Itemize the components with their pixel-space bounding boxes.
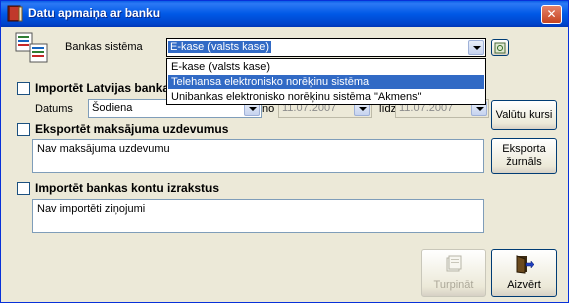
continue-button[interactable]: Turpināt [421, 249, 486, 297]
bank-system-dropdown[interactable]: E-kase (valsts kase) Telehansa elektroni… [166, 58, 486, 105]
import-status-text: Nav importēti ziņojumi [37, 203, 146, 215]
export-payments-checkbox[interactable] [17, 123, 30, 136]
bank-system-value: E-kase (valsts kase) [168, 41, 272, 53]
close-button[interactable]: ✕ [541, 5, 562, 24]
book-icon [7, 5, 23, 22]
bank-settings-button[interactable] [491, 39, 509, 56]
window-title: Datu apmaiņa ar banku [28, 6, 161, 20]
date-label: Datums [35, 103, 73, 115]
dialog-window: Datu apmaiņa ar banku ✕ Bankas sistēma E… [0, 0, 569, 303]
exit-door-icon [516, 255, 535, 274]
date-select-value: Šodiena [92, 102, 133, 114]
continue-label: Turpināt [433, 279, 474, 291]
bank-transfer-icon [15, 32, 48, 63]
chevron-down-icon[interactable] [468, 40, 484, 55]
currency-rates-button[interactable]: Valūtu kursi [491, 100, 557, 130]
continue-icon [446, 255, 461, 272]
import-rates-checkbox[interactable] [17, 82, 30, 95]
exit-label: Aizvērt [507, 279, 541, 291]
search-icon [494, 42, 506, 54]
bank-system-label: Bankas sistēma [65, 41, 143, 53]
import-statements-label[interactable]: Importēt bankas kontu izrakstus [35, 181, 219, 195]
export-log-label-line2: žurnāls [506, 156, 542, 168]
dialog-body: Bankas sistēma E-kase (valsts kase) Impo… [4, 27, 565, 300]
bank-option-unibanka[interactable]: Unibankas elektronisko norēķinu sistēma … [168, 90, 484, 104]
import-statements-checkbox[interactable] [17, 182, 30, 195]
export-log-label-line1: Eksporta [502, 143, 546, 155]
export-status-text: Nav maksājuma uzdevumu [37, 143, 170, 155]
bank-option-ekase[interactable]: E-kase (valsts kase) [168, 60, 484, 74]
exit-button[interactable]: Aizvērt [491, 249, 557, 297]
bank-system-select[interactable]: E-kase (valsts kase) [166, 38, 486, 57]
import-rates-label[interactable]: Importēt Latvijas banka [35, 81, 169, 95]
export-log-button[interactable]: Eksporta žurnāls [491, 138, 557, 174]
export-payments-label[interactable]: Eksportēt maksājuma uzdevumus [35, 122, 228, 136]
import-status-box: Nav importēti ziņojumi [32, 199, 484, 233]
currency-rates-label: Valūtu kursi [495, 109, 553, 121]
bank-option-telehansa[interactable]: Telehansa elektronisko norēķinu sistēma [168, 75, 484, 89]
title-bar[interactable]: Datu apmaiņa ar banku ✕ [1, 1, 568, 27]
export-status-box: Nav maksājuma uzdevumu [32, 139, 484, 173]
